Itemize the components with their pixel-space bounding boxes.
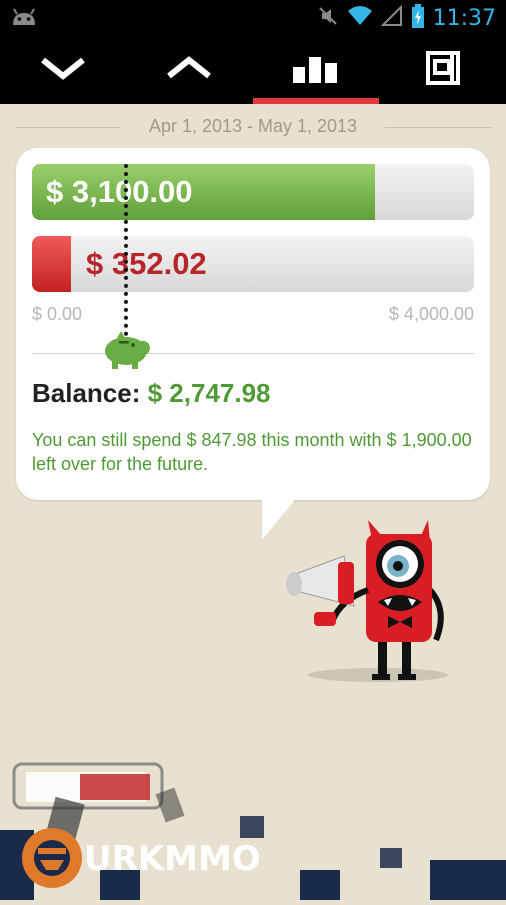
period-label: Apr 1, 2013 - May 1, 2013 bbox=[142, 116, 364, 136]
spent-bar-fill bbox=[32, 236, 71, 292]
income-bar[interactable]: $ 3,100.00 bbox=[32, 164, 474, 220]
scale-max-label: $ 4,000.00 bbox=[388, 304, 474, 324]
piggy-bank-icon[interactable] bbox=[99, 330, 153, 377]
status-bar: 11:37 bbox=[0, 0, 506, 36]
bar-chart-icon bbox=[293, 53, 339, 88]
android-icon bbox=[10, 7, 38, 32]
period-header: Apr 1, 2013 - May 1, 2013 bbox=[15, 116, 491, 140]
chevron-up-icon bbox=[166, 55, 212, 85]
watermark-logo: URKMMO bbox=[0, 760, 506, 900]
tab-collapse[interactable] bbox=[0, 36, 126, 104]
muted-icon bbox=[317, 5, 339, 32]
marker-line bbox=[123, 164, 128, 336]
budget-summary-card: $ 3,100.00 $ 352.02 $ 0.00 $ 4,000.00 Ba… bbox=[16, 148, 490, 500]
balance-row: Balance: $ 2,747.98 bbox=[32, 378, 271, 409]
watermark-text: URKMMO bbox=[84, 839, 261, 879]
signal-icon bbox=[380, 4, 403, 32]
calendar-icon bbox=[426, 50, 460, 90]
wifi-icon bbox=[347, 5, 373, 32]
action-bar bbox=[0, 36, 506, 104]
tab-chart[interactable] bbox=[253, 36, 379, 104]
balance-value: $ 2,747.98 bbox=[147, 378, 271, 408]
spent-bar[interactable]: $ 352.02 bbox=[32, 236, 474, 292]
tab-expand[interactable] bbox=[126, 36, 252, 104]
balance-label: Balance: bbox=[32, 378, 141, 408]
tab-calendar[interactable] bbox=[380, 36, 506, 104]
clock: 11:37 bbox=[432, 5, 496, 31]
spending-message: You can still spend $ 847.98 this month … bbox=[32, 430, 472, 474]
income-amount: $ 3,100.00 bbox=[46, 174, 193, 209]
monster-mascot-icon bbox=[280, 520, 460, 690]
spent-amount: $ 352.02 bbox=[86, 246, 207, 281]
scale-min-label: $ 0.00 bbox=[32, 304, 83, 324]
chevron-down-icon bbox=[40, 56, 86, 85]
battery-icon bbox=[411, 3, 425, 33]
